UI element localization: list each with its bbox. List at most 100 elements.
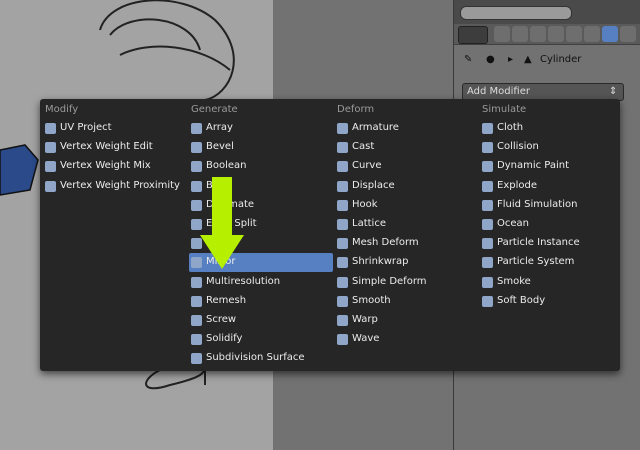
menu-item-label: Smooth — [352, 294, 391, 306]
menu-item-label: Cast — [352, 141, 375, 153]
menu-item-wave[interactable]: Wave — [335, 330, 479, 349]
constraints-tab-icon[interactable] — [584, 26, 600, 42]
menu-item-vertex-weight-mix[interactable]: Vertex Weight Mix — [43, 157, 187, 176]
hook-icon — [337, 199, 348, 211]
screw-icon — [191, 315, 202, 326]
menu-item-label: Bevel — [206, 141, 234, 153]
render-tab-icon[interactable] — [494, 26, 510, 42]
displace-icon — [337, 180, 348, 192]
menu-item-subdivision-surface[interactable]: Subdivision Surface — [189, 349, 333, 368]
menu-item-smooth[interactable]: Smooth — [335, 292, 479, 311]
menu-item-label: Curve — [352, 160, 382, 172]
menu-item-smoke[interactable]: Smoke — [480, 273, 624, 292]
collision-icon — [482, 142, 493, 154]
menu-item-cast[interactable]: Cast — [335, 138, 479, 157]
menu-item-uv-project[interactable]: UV Project — [43, 119, 187, 138]
green-arrow-annotation — [200, 177, 244, 269]
warp-icon — [337, 315, 348, 326]
menu-item-armature[interactable]: Armature — [335, 119, 479, 138]
menu-item-shrinkwrap[interactable]: Shrinkwrap — [335, 253, 479, 272]
menu-item-label: Particle Instance — [497, 237, 580, 249]
menu-item-label: Simple Deform — [352, 275, 427, 287]
menu-item-mesh-deform[interactable]: Mesh Deform — [335, 234, 479, 253]
vertex-weight-mix-icon — [45, 161, 56, 173]
editor-type-icon[interactable] — [458, 26, 488, 44]
remesh-icon — [191, 295, 202, 307]
properties-tabs — [454, 24, 640, 45]
menu-item-multiresolution[interactable]: Multiresolution — [189, 273, 333, 292]
menu-item-label: Explode — [497, 179, 537, 191]
modifiers-tab-icon[interactable] — [602, 26, 618, 42]
fluid-simulation-icon — [482, 199, 493, 211]
mesh-deform-icon — [337, 238, 348, 250]
menu-item-remesh[interactable]: Remesh — [189, 292, 333, 311]
menu-item-simple-deform[interactable]: Simple Deform — [335, 273, 479, 292]
menu-item-label: Hook — [352, 198, 378, 210]
menu-item-vertex-weight-proximity[interactable]: Vertex Weight Proximity — [43, 177, 187, 196]
world-tab-icon[interactable] — [548, 26, 564, 42]
smoke-icon — [482, 276, 493, 288]
pin-icon[interactable]: ✎ — [464, 54, 472, 65]
menu-item-label: Warp — [352, 314, 378, 325]
menu-item-collision[interactable]: Collision — [480, 138, 624, 157]
add-modifier-label: Add Modifier — [467, 86, 530, 97]
menu-item-explode[interactable]: Explode — [480, 177, 624, 196]
menu-item-label: Solidify — [206, 333, 243, 345]
menu-column-title: Deform — [337, 104, 375, 115]
wave-icon — [337, 334, 348, 346]
menu-item-array[interactable]: Array — [189, 119, 333, 138]
smooth-icon — [337, 295, 348, 307]
menu-item-bevel[interactable]: Bevel — [189, 138, 333, 157]
scrollbar[interactable] — [460, 6, 572, 20]
particle-instance-icon — [482, 238, 493, 250]
scene-tab-icon[interactable] — [530, 26, 546, 42]
menu-item-label: Fluid Simulation — [497, 198, 578, 210]
menu-item-fluid-simulation[interactable]: Fluid Simulation — [480, 196, 624, 215]
menu-item-boolean[interactable]: Boolean — [189, 157, 333, 176]
menu-item-label: Cloth — [497, 122, 524, 133]
chevron-updown-icon: ⇕ — [609, 86, 618, 97]
properties-header — [454, 0, 640, 24]
menu-item-lattice[interactable]: Lattice — [335, 215, 479, 234]
menu-item-label: Multiresolution — [206, 275, 281, 287]
menu-item-particle-instance[interactable]: Particle Instance — [480, 234, 624, 253]
menu-item-warp[interactable]: Warp — [335, 311, 479, 330]
menu-item-curve[interactable]: Curve — [335, 157, 479, 176]
menu-item-label: Armature — [352, 122, 399, 133]
dynamic-paint-icon — [482, 161, 493, 173]
menu-item-screw[interactable]: Screw — [189, 311, 333, 330]
menu-column-title: Generate — [191, 104, 238, 115]
menu-item-particle-system[interactable]: Particle System — [480, 253, 624, 272]
simple-deform-icon — [337, 276, 348, 288]
add-modifier-menu: Modify UV Project Vertex Weight Edit Vertex… — [40, 99, 620, 371]
ocean-icon — [482, 219, 493, 230]
array-icon — [191, 123, 202, 134]
menu-item-label: Dynamic Paint — [497, 160, 570, 172]
menu-item-dynamic-paint[interactable]: Dynamic Paint — [480, 157, 624, 176]
menu-item-label: Mesh Deform — [352, 237, 419, 249]
menu-item-label: Shrinkwrap — [352, 256, 409, 268]
solidify-icon — [191, 334, 202, 346]
menu-item-vertex-weight-edit[interactable]: Vertex Weight Edit — [43, 138, 187, 157]
object-tab-icon[interactable] — [566, 26, 582, 42]
menu-item-label: Soft Body — [497, 294, 546, 306]
menu-item-displace[interactable]: Displace — [335, 177, 479, 196]
menu-item-solidify[interactable]: Solidify — [189, 330, 333, 349]
explode-icon — [482, 180, 493, 192]
render-layers-tab-icon[interactable] — [512, 26, 528, 42]
menu-item-label: Particle System — [497, 256, 575, 268]
menu-item-ocean[interactable]: Ocean — [480, 215, 624, 234]
menu-item-cloth[interactable]: Cloth — [480, 119, 624, 138]
menu-item-label: UV Project — [60, 122, 112, 133]
menu-column-title: Simulate — [482, 104, 527, 115]
soft-body-icon — [482, 295, 493, 307]
menu-item-soft-body[interactable]: Soft Body — [480, 292, 624, 311]
menu-item-label: Boolean — [206, 160, 247, 172]
menu-item-label: Ocean — [497, 218, 529, 229]
menu-item-label: Wave — [352, 333, 380, 345]
object-icon: ● — [486, 54, 495, 65]
menu-item-hook[interactable]: Hook — [335, 196, 479, 215]
menu-item-label: Vertex Weight Proximity — [60, 179, 180, 191]
data-tab-icon[interactable] — [620, 26, 636, 42]
chevron-right-icon: ▸ — [508, 54, 514, 65]
